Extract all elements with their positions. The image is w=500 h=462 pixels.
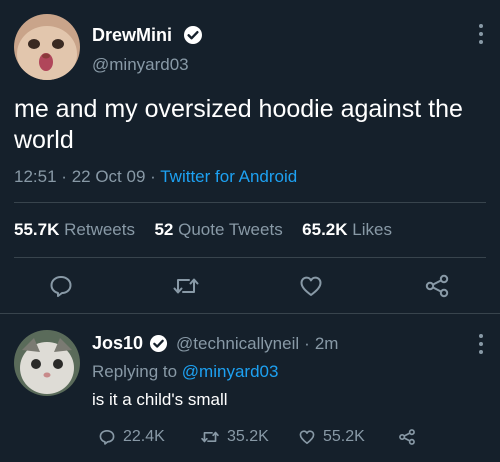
likes-count: 65.2K bbox=[302, 220, 348, 239]
tweet-client-link[interactable]: Twitter for Android bbox=[160, 167, 297, 186]
tweet-time: 12:51 bbox=[14, 167, 57, 186]
reply-retweets-count: 35.2K bbox=[227, 428, 269, 445]
divider bbox=[14, 257, 486, 258]
retweet-button[interactable] bbox=[172, 273, 200, 299]
reply-author-avatar[interactable] bbox=[14, 330, 80, 396]
reply-retweet-button[interactable]: 35.2K bbox=[200, 428, 269, 446]
more-icon[interactable] bbox=[478, 334, 484, 354]
share-icon bbox=[425, 274, 449, 298]
more-icon[interactable] bbox=[478, 24, 484, 44]
reply-header: Jos10 @technicallyneil · 2m bbox=[92, 333, 338, 354]
likes-stat[interactable]: 65.2K Likes bbox=[302, 220, 392, 239]
reply-author-handle[interactable]: @technicallyneil bbox=[176, 334, 299, 354]
retweet-icon bbox=[173, 278, 199, 294]
replying-to-label: Replying to bbox=[92, 362, 178, 381]
reply-likes-count: 55.2K bbox=[323, 428, 365, 445]
author-avatar[interactable] bbox=[14, 14, 80, 80]
like-icon bbox=[300, 276, 322, 296]
likes-label: Likes bbox=[352, 220, 392, 239]
share-button[interactable] bbox=[424, 273, 450, 299]
retweet-icon bbox=[201, 431, 219, 443]
replying-to-handle[interactable]: @minyard03 bbox=[182, 362, 279, 381]
reply-button[interactable] bbox=[48, 273, 74, 299]
quotes-label: Quote Tweets bbox=[178, 220, 283, 239]
retweets-label: Retweets bbox=[64, 220, 135, 239]
verified-badge-icon bbox=[183, 25, 203, 45]
reply-like-button[interactable]: 55.2K bbox=[298, 428, 365, 446]
retweets-count: 55.7K bbox=[14, 220, 60, 239]
tweet-meta: 12:51 · 22 Oct 09 · Twitter for Android bbox=[14, 167, 297, 187]
reply-reply-button[interactable]: 22.4K bbox=[98, 428, 165, 446]
author-handle[interactable]: @minyard03 bbox=[92, 55, 189, 75]
meta-separator: · bbox=[61, 167, 67, 186]
reply-author-display-name[interactable]: Jos10 bbox=[92, 333, 143, 354]
verified-badge-icon bbox=[149, 334, 168, 353]
meta-separator: · bbox=[304, 333, 310, 353]
reply-icon bbox=[50, 276, 72, 297]
tweet-stats: 55.7K Retweets 52 Quote Tweets 65.2K Lik… bbox=[14, 220, 392, 240]
quotes-count: 52 bbox=[154, 220, 174, 239]
divider bbox=[0, 313, 500, 314]
like-icon bbox=[299, 430, 315, 445]
reply-replies-count: 22.4K bbox=[123, 428, 165, 445]
like-button[interactable] bbox=[298, 273, 324, 299]
meta-separator: · bbox=[150, 167, 156, 186]
tweet-text: me and my oversized hoodie against the w… bbox=[14, 95, 463, 154]
reply-time-ago: 2m bbox=[314, 333, 339, 353]
share-icon bbox=[399, 429, 415, 445]
reply-share-button[interactable] bbox=[398, 428, 416, 446]
retweets-stat[interactable]: 55.7K Retweets bbox=[14, 220, 140, 239]
replying-to-line: Replying to @minyard03 bbox=[92, 362, 278, 382]
author-display-name[interactable]: DrewMini bbox=[92, 25, 172, 46]
divider bbox=[14, 202, 486, 203]
reply-icon bbox=[99, 429, 115, 445]
tweet-date: 22 Oct 09 bbox=[71, 167, 146, 186]
reply-text: is it a child's small bbox=[92, 390, 228, 409]
quotes-stat[interactable]: 52 Quote Tweets bbox=[154, 220, 287, 239]
